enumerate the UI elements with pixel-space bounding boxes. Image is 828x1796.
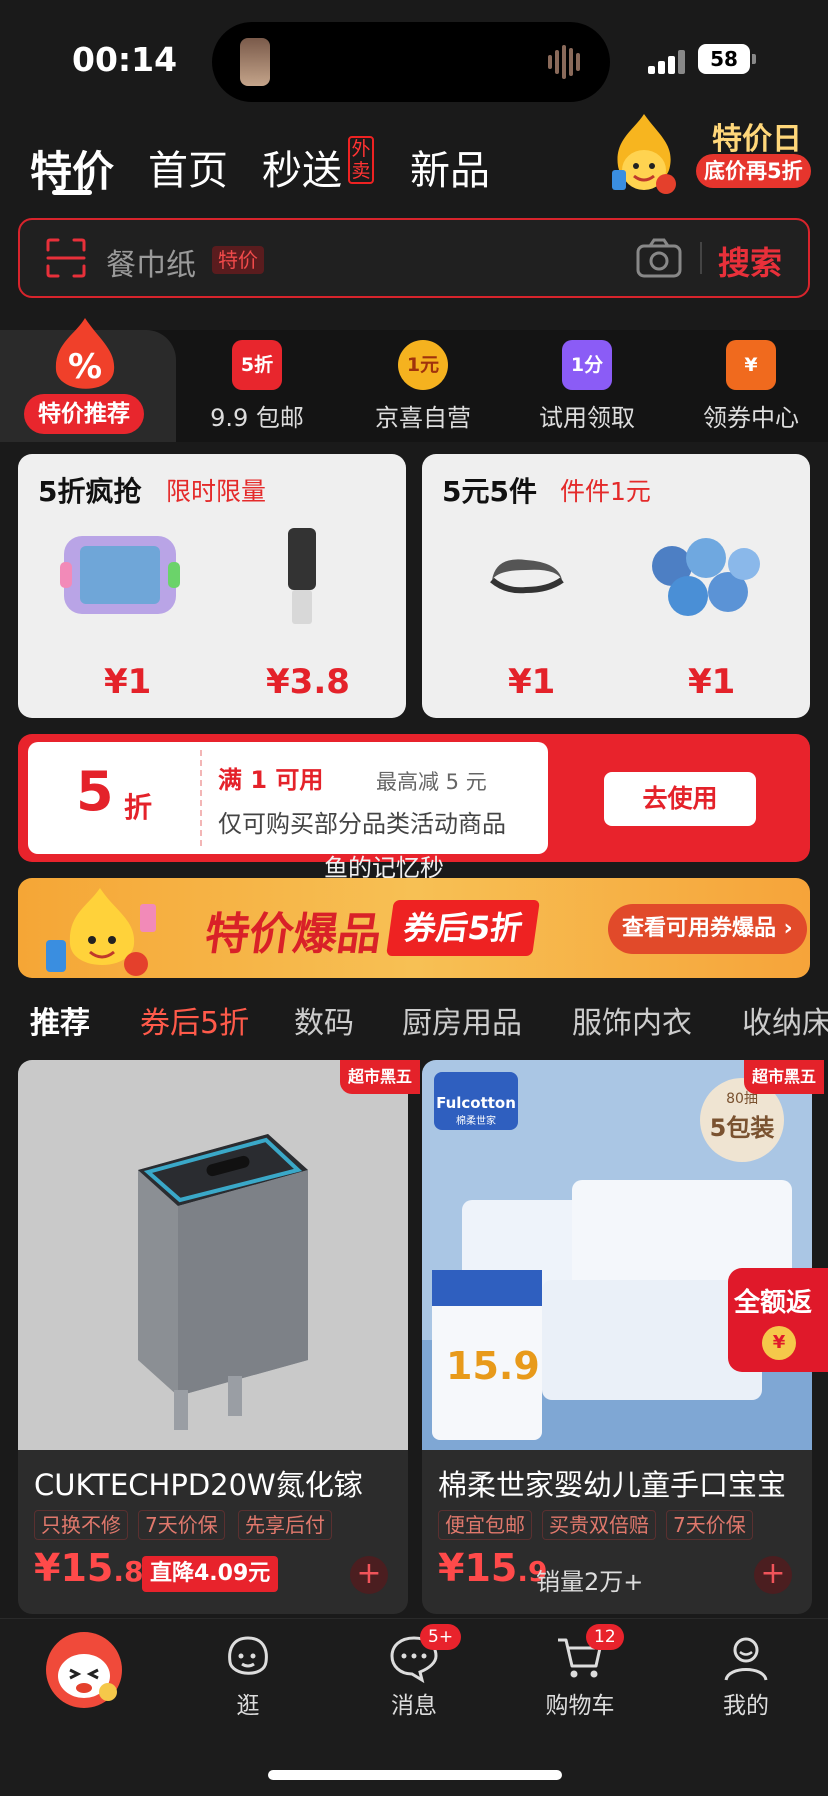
tab-miaosong[interactable]: 秒送: [262, 138, 342, 196]
product-name[interactable]: CUKTECHPD20W氮化镓: [34, 1462, 394, 1504]
coupon-icon[interactable]: ¥: [726, 340, 776, 390]
coupon-condition: 满 1 可用: [218, 766, 324, 794]
one-yuan-icon[interactable]: 1元: [398, 340, 448, 390]
nav-stroll[interactable]: 逛: [198, 1686, 298, 1720]
pack-label: 5包装: [709, 1114, 775, 1142]
product-tag: 先享后付: [238, 1510, 332, 1540]
promo-title: 5折疯抢: [38, 475, 142, 508]
quicknav-item-tejia-tuijian[interactable]: 特价推荐: [24, 394, 144, 434]
category-tab-coupon-half[interactable]: 券后5折: [140, 998, 249, 1042]
search-button[interactable]: 搜索: [718, 238, 782, 284]
message-badge: 5+: [420, 1624, 462, 1650]
cart-badge: 12: [586, 1624, 624, 1650]
price-label: ¥3.8: [266, 662, 350, 702]
tejiari-badge[interactable]: 底价再5折: [696, 154, 811, 188]
status-time: 00:14: [72, 40, 178, 79]
charger-image[interactable]: [18, 1060, 408, 1450]
trash-bags-image[interactable]: [646, 530, 766, 630]
product-price: ¥15.9: [438, 1546, 547, 1590]
search-input[interactable]: 餐巾纸: [106, 240, 196, 284]
category-tab-kitchen[interactable]: 厨房用品: [402, 998, 522, 1042]
sales-count: 销量2万+: [536, 1568, 644, 1596]
quicknav-item-label[interactable]: 试用领取: [522, 398, 652, 433]
use-coupon-button[interactable]: 去使用: [604, 772, 756, 826]
price-drop-tag: 直降4.09元: [142, 1556, 279, 1592]
home-indicator: [268, 1770, 562, 1780]
coupon-divider: [200, 750, 202, 846]
product-badge: 超市黑五: [340, 1060, 421, 1094]
coupon-max: 最高减 5 元: [376, 770, 487, 794]
price-label: ¥1: [508, 662, 556, 702]
search-divider: [700, 242, 702, 274]
brand-name: Fulcotton: [436, 1094, 516, 1112]
product-tag: 买贵双倍赔: [542, 1510, 656, 1540]
category-tab-storage[interactable]: 收纳床: [742, 998, 828, 1042]
coupon-discount-unit: 折: [124, 791, 153, 824]
quicknav-item-label[interactable]: 京喜自营: [358, 398, 488, 433]
product-tag: 便宜包邮: [438, 1510, 532, 1540]
search-tag: 特价: [212, 246, 264, 274]
category-tab-recommend[interactable]: 推荐: [30, 998, 90, 1042]
product-badge: 超市黑五: [744, 1060, 825, 1094]
tejiari-title[interactable]: 特价日: [712, 114, 802, 158]
coin-icon: ¥: [762, 1326, 796, 1360]
nav-cart[interactable]: 购物车: [530, 1686, 630, 1720]
media-thumbnail: [240, 38, 270, 86]
shopping-bag-icon[interactable]: 1分: [562, 340, 612, 390]
nav-messages[interactable]: 消息: [364, 1686, 464, 1720]
tab-xinpin[interactable]: 新品: [410, 138, 490, 196]
stroll-icon[interactable]: [222, 1632, 274, 1684]
category-tab-digital[interactable]: 数码: [294, 998, 354, 1042]
camera-icon[interactable]: [636, 238, 682, 278]
usb-drive-image[interactable]: [282, 524, 322, 630]
cellular-signal-icon: [648, 48, 688, 74]
tab-shouye[interactable]: 首页: [148, 138, 228, 196]
price-label: ¥1: [104, 662, 152, 702]
profile-icon[interactable]: [720, 1632, 772, 1684]
brand-subname: 棉柔世家: [456, 1116, 496, 1127]
banner-mascot-icon: [46, 888, 156, 976]
price-integer: ¥15: [34, 1546, 114, 1590]
mascot-icon[interactable]: [604, 110, 684, 200]
active-tab-indicator: [52, 190, 92, 195]
coupon-discount: 5: [76, 760, 114, 823]
price-label: ¥1: [688, 662, 736, 702]
scan-icon[interactable]: [44, 236, 88, 280]
add-to-cart-button[interactable]: +: [350, 1556, 388, 1594]
full-refund-label[interactable]: 全额返: [734, 1282, 812, 1319]
quicknav-item-label[interactable]: 领券中心: [686, 398, 816, 433]
battery-icon: 58: [698, 44, 756, 74]
nav-me[interactable]: 我的: [696, 1686, 796, 1720]
audio-wave-icon: [548, 42, 588, 82]
coupon-description: 仅可购买部分品类活动商品: [218, 810, 506, 838]
quicknav-item-label[interactable]: 9.9 包邮: [192, 398, 322, 433]
ring-image[interactable]: [486, 550, 568, 600]
five-fold-icon[interactable]: 5折: [232, 340, 282, 390]
product-tag: 7天价保: [666, 1510, 753, 1540]
promo-subtitle: 件件1元: [560, 477, 651, 506]
promo-subtitle: 限时限量: [166, 477, 267, 506]
promo-title: 5元5件: [442, 475, 537, 508]
product-name[interactable]: 棉柔世家婴幼儿童手口宝宝: [438, 1462, 798, 1504]
banner-tag: 券后5折: [386, 900, 541, 956]
banner-title: 特价爆品: [201, 909, 385, 960]
package-price: 15.9: [446, 1344, 540, 1388]
brand-logo: Fulcotton 棉柔世家: [434, 1072, 518, 1130]
category-tab-clothing[interactable]: 服饰内衣: [572, 998, 692, 1042]
puzzle-toy-image[interactable]: [60, 530, 180, 620]
svg-text:%: %: [68, 347, 102, 387]
product-tag: 只换不修: [34, 1510, 128, 1540]
view-coupon-products-button[interactable]: 查看可用券爆品 ›: [608, 904, 807, 954]
product-tag: 7天价保: [138, 1510, 225, 1540]
waimai-tag: 外卖: [348, 136, 374, 184]
flame-percent-icon[interactable]: %: [48, 316, 122, 402]
price-integer: ¥15: [438, 1546, 518, 1590]
add-to-cart-button[interactable]: +: [754, 1556, 792, 1594]
jd-mascot-home-icon[interactable]: [44, 1630, 124, 1710]
